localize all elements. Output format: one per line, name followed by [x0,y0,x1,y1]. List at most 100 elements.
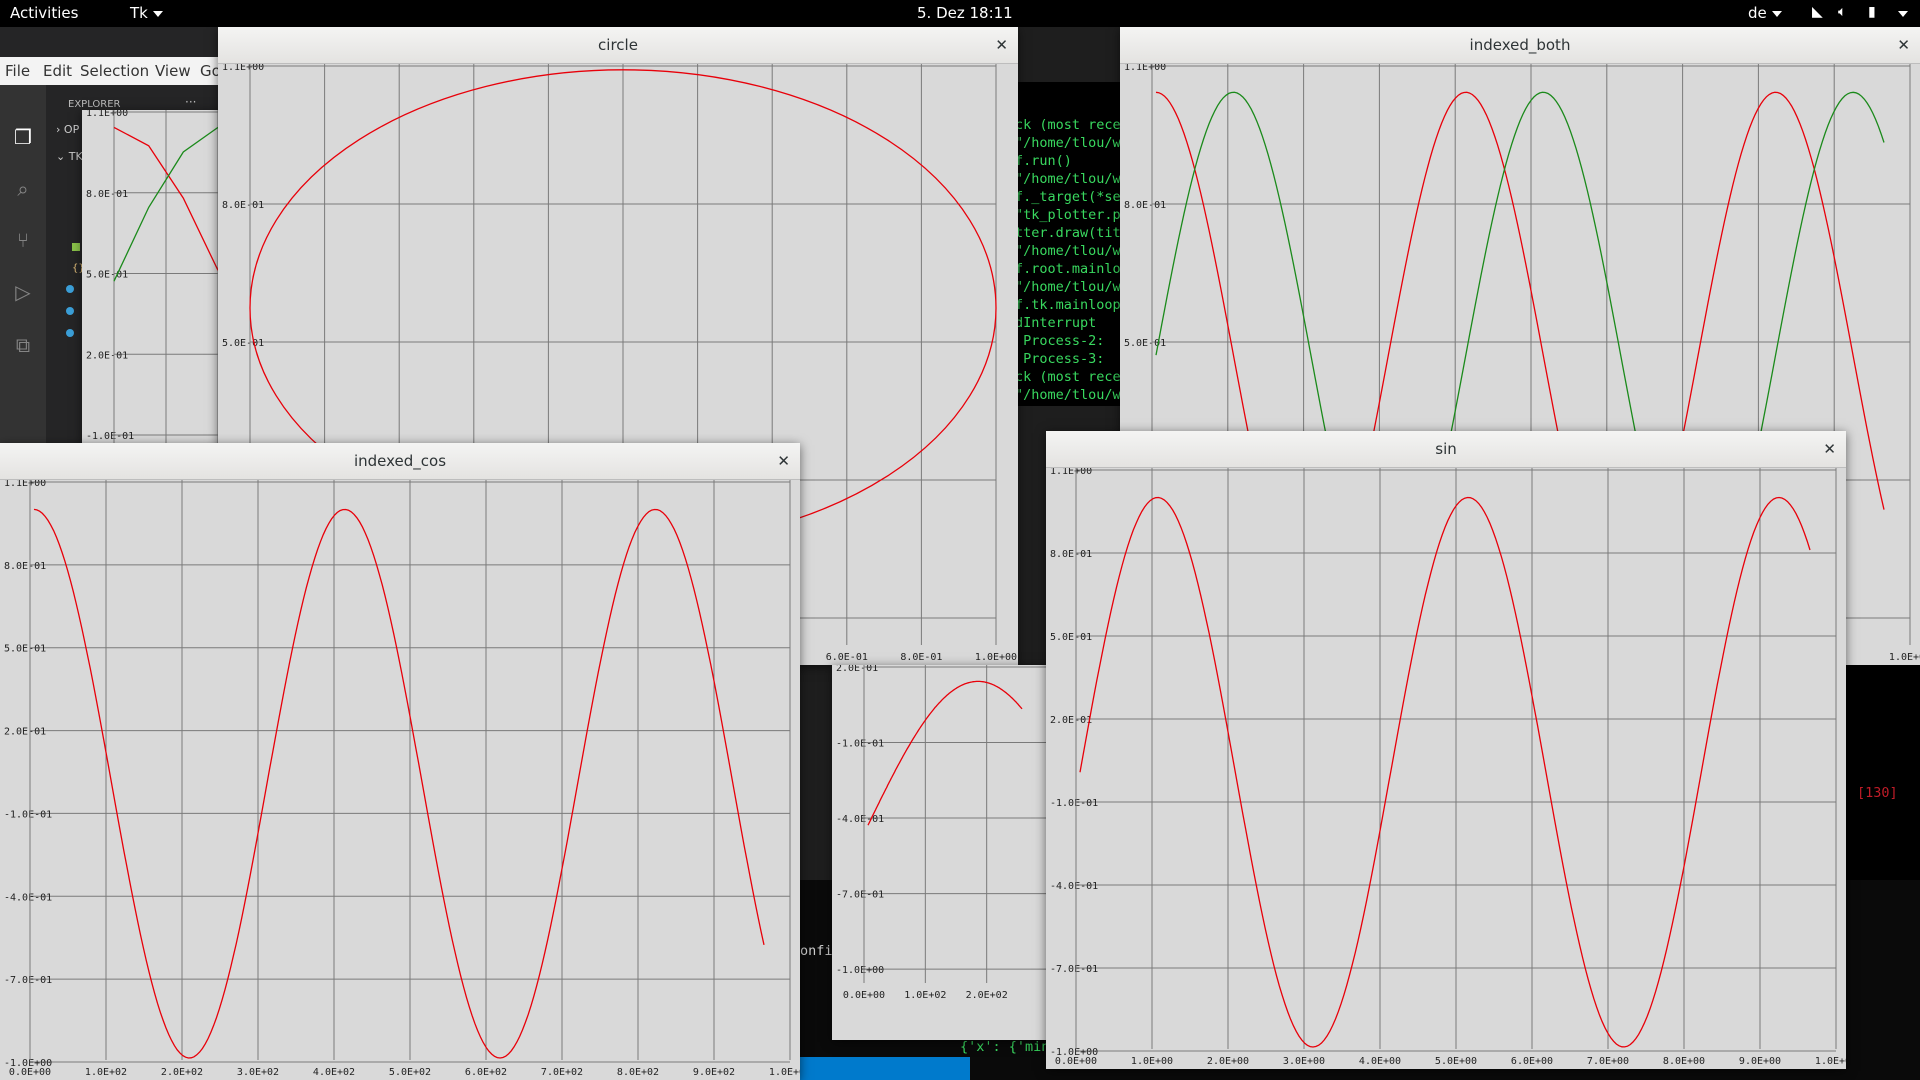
explorer-more-button[interactable]: ··· [185,95,196,109]
plot-canvas[interactable]: 1.1E+00 8.0E-01 5.0E-01 2.0E-01 -1.0E-01 -4.0… [1046,468,1846,1069]
battery-icon[interactable]: ▮ [1868,4,1876,20]
y-tick-label: 8.0E-01 [4,561,46,572]
system-menu[interactable] [1893,4,1908,22]
window-title: circle [598,36,638,54]
x-tick-label: 1.0E+03 [1889,652,1920,663]
terminal-line: "/home/tlou/w [1015,279,1121,295]
window-titlebar[interactable]: circle ✕ [218,27,1018,64]
x-tick-label: 2.0E+00 [1207,1056,1249,1067]
window-titlebar[interactable]: indexed_both ✕ [1120,27,1920,64]
activities-button[interactable]: Activities [10,4,78,22]
debug-icon[interactable]: ▷ [11,280,35,304]
terminal-line: "tk_plotter.p [1015,207,1121,223]
terminal-line: tter.draw(tit [1015,225,1121,241]
y-tick-label: -4.0E-01 [836,814,884,825]
x-tick-label: 6.0E-01 [826,652,868,663]
section-open-editors[interactable]: › OP [56,123,79,136]
menu-view[interactable]: View [155,62,191,80]
terminal-window[interactable]: ck (most rece "/home/tlou/w f.run() "/home/… [1015,82,1125,406]
close-icon[interactable]: ✕ [1897,27,1910,63]
plot-canvas[interactable]: 1.1E+00 8.0E-01 5.0E-01 2.0E-01 -1.0E-01 -4.0… [0,480,800,1080]
chevron-down-icon: ⌄ [56,150,69,163]
terminal-line: f.run() [1015,153,1072,169]
terminal-output: ck (most rece "/home/tlou/w f.run() "/home/… [1015,116,1125,406]
x-tick-label: 1.0E+00 [975,652,1017,663]
x-tick-label: 8.0E+02 [617,1067,659,1078]
y-tick-label: 8.0E-01 [1124,200,1166,211]
y-tick-label: -1.0E-01 [86,431,134,442]
x-tick-label: 1.0E+02 [904,990,946,1001]
x-tick-label: 7.0E+02 [541,1067,583,1078]
source-control-icon[interactable]: ⑂ [11,228,35,252]
y-tick-label: 1.1E+00 [222,64,264,73]
plot-canvas[interactable]: 1.1E+00 8.0E-01 5.0E-01 2.0E-01 -1.0E-01 [82,110,222,450]
y-tick-label: -4.0E-01 [1050,881,1098,892]
y-tick-label: 1.1E+00 [1124,64,1166,73]
plot-window-partial[interactable]: 2.0E-01 -1.0E-01 -4.0E-01 -7.0E-01 -1.0E+00 0… [832,665,1052,1040]
status-bar [800,1057,970,1080]
x-tick-label: 8.0E+00 [1663,1056,1705,1067]
y-tick-label: 8.0E-01 [86,189,128,200]
terminal-line: "/home/tlou/w [1015,135,1121,151]
y-tick-label: -4.0E-01 [4,892,52,903]
section-tk[interactable]: ⌄ TK [56,150,83,163]
x-tick-label: 4.0E+02 [313,1067,355,1078]
x-tick-label: 0.0E+00 [1055,1056,1097,1067]
y-tick-label: 5.0E-01 [4,644,46,655]
menu-file[interactable]: File [5,62,30,80]
python-file-icon [66,285,74,293]
x-tick-label: 9.0E+02 [693,1067,735,1078]
section-open-label: OP [63,123,80,136]
explorer-title: EXPLORER [68,99,121,110]
search-icon[interactable]: ⌕ [11,177,35,201]
top-bar: Activities Tk 5. Dez 18:11 de ◣ 🔈︎ ▮ [0,0,1920,27]
x-tick-label: 1.0E+03 [769,1067,800,1078]
volume-icon[interactable]: 🔈︎ [1838,4,1846,20]
app-menu[interactable]: Tk [130,4,163,22]
window-titlebar[interactable]: sin ✕ [1046,431,1846,468]
explorer-icon[interactable]: ❐ [11,125,35,149]
x-tick-label: 3.0E+00 [1283,1056,1325,1067]
window-title: indexed_cos [353,452,447,470]
close-icon[interactable]: ✕ [777,443,790,479]
menu-selection[interactable]: Selection [80,62,149,80]
wifi-icon[interactable]: ◣ [1812,4,1823,20]
terminal-line: f.run() [1015,404,1125,406]
terminal-line: Process-2: [1015,333,1105,349]
section-tk-label: TK [68,150,83,163]
x-tick-label: 8.0E-01 [900,652,942,663]
terminal-text: {'x': {'min [960,1039,1050,1055]
keyboard-layout-label: de [1748,4,1767,22]
x-tick-label: 5.0E+00 [1435,1056,1477,1067]
y-tick-label: 1.1E+00 [1050,468,1092,477]
chevron-down-icon [1771,10,1782,17]
close-icon[interactable]: ✕ [995,27,1008,63]
x-tick-label: 5.0E+02 [389,1067,431,1078]
chevron-down-icon [152,10,163,17]
clock[interactable]: 5. Dez 18:11 [917,4,1013,22]
activity-bar: ❐ ⌕ ⑂ ▷ ⧉ [0,85,46,447]
extensions-icon[interactable]: ⧉ [11,333,35,357]
terminal-line: "/home/tlou/w [1015,171,1121,187]
terminal-line: ck (most rece [1015,369,1121,385]
y-tick-label: -1.0E-01 [1050,798,1098,809]
x-tick-label: 6.0E+00 [1511,1056,1553,1067]
terminal-text: onfi [800,943,833,959]
python-file-icon [66,329,74,337]
plot-canvas[interactable]: 2.0E-01 -1.0E-01 -4.0E-01 -7.0E-01 -1.0E+00 0… [832,665,1052,1003]
plot-window-background[interactable]: 1.1E+00 8.0E-01 5.0E-01 2.0E-01 -1.0E-01 [82,110,222,450]
y-tick-label: 2.0E-01 [86,350,128,361]
chevron-right-icon: › [56,123,64,136]
plot-window-sin[interactable]: sin ✕ 1.1E+00 8.0E-01 5.0E-01 2.0E-01 -1.0E-… [1046,431,1846,1069]
keyboard-layout-menu[interactable]: de [1748,4,1782,22]
y-tick-label: 1.1E+00 [86,110,128,119]
x-tick-label: 0.0E+00 [9,1067,51,1078]
file-icon [72,243,80,251]
terminal-line: f.root.mainlo [1015,261,1121,277]
window-titlebar[interactable]: indexed_cos ✕ [0,443,800,480]
close-icon[interactable]: ✕ [1823,431,1836,467]
terminal-line: "/home/tlou/w [1015,387,1121,403]
terminal-right[interactable]: [130] [1845,660,1920,880]
menu-edit[interactable]: Edit [43,62,72,80]
plot-window-indexed-cos[interactable]: indexed_cos ✕ 1.1E+00 8.0E-01 5.0E-01 2.0E-… [0,443,800,1080]
